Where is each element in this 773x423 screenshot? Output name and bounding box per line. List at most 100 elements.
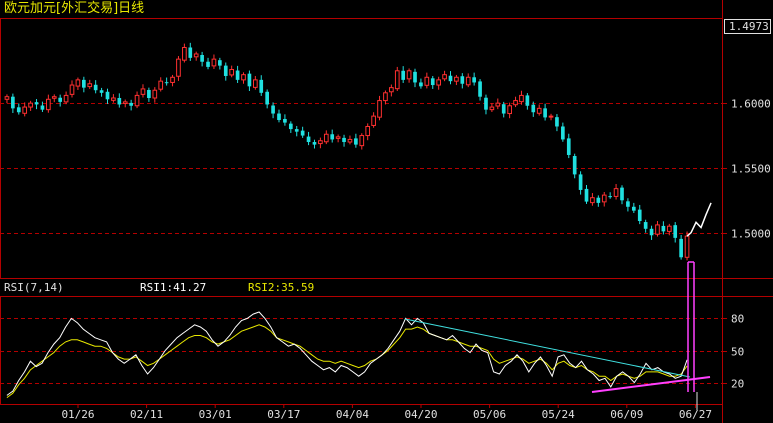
candle-body [460, 76, 465, 84]
candle-body [365, 125, 371, 137]
candle-body [561, 126, 565, 140]
candle-body [495, 102, 501, 107]
candle-body [359, 135, 365, 147]
candle-body [389, 87, 394, 93]
candle-body [519, 94, 524, 103]
price-tick-label: 1.6000 [731, 98, 771, 111]
candle-body [330, 134, 335, 140]
candle-body [75, 79, 81, 87]
candle-body [34, 102, 39, 105]
candle-body [323, 133, 329, 143]
candle-body [436, 79, 441, 86]
candle-body [235, 70, 240, 80]
candle-body [4, 96, 10, 100]
candle-body [673, 225, 678, 238]
x-tick-label: 06/27 [679, 408, 712, 421]
candle-body [206, 61, 210, 67]
candle-body [223, 65, 228, 76]
candle-body [501, 104, 506, 114]
candle-body [87, 83, 93, 88]
candle-body [536, 107, 542, 114]
candle-body [200, 55, 204, 62]
candle-body [152, 89, 158, 99]
candle-body [40, 105, 45, 110]
candle-body [525, 95, 530, 106]
candle-body [531, 104, 536, 113]
candle-body [28, 102, 33, 108]
chart-background [0, 0, 773, 423]
candle-body [158, 80, 164, 90]
candle-body [626, 201, 630, 207]
candle-body [637, 209, 642, 222]
candle-body [620, 187, 624, 201]
price-tick-label: 1.5000 [731, 228, 771, 241]
candle-body [613, 188, 619, 197]
candle-body [335, 136, 341, 139]
candle-body [117, 97, 122, 105]
candle-body [513, 100, 518, 106]
candle-body [472, 77, 476, 83]
candle-body [93, 84, 98, 91]
candle-body [265, 91, 269, 105]
candle-body [643, 222, 648, 229]
candle-body [354, 138, 358, 145]
candle-body [51, 96, 57, 99]
rsi2-value-label: RSI2:35.59 [248, 281, 314, 294]
candle-body [111, 97, 116, 101]
candle-body [584, 188, 589, 202]
candle-body [383, 92, 388, 102]
candle-body [218, 60, 222, 66]
x-tick-label: 06/09 [610, 408, 643, 421]
candle-body [377, 100, 382, 118]
candle-body [342, 137, 346, 143]
candle-body [188, 47, 193, 58]
candle-body [394, 70, 400, 90]
candle-body [572, 156, 577, 175]
candle-body [608, 196, 612, 198]
candle-body [147, 89, 151, 98]
x-tick-label: 05/24 [542, 408, 575, 421]
price-tick-label: 1.5500 [731, 163, 771, 176]
rsi-tick-label: 20 [731, 378, 744, 391]
candle-body [424, 76, 430, 86]
x-tick-label: 02/11 [130, 408, 163, 421]
candle-body [16, 107, 21, 113]
rsi1-value-label: RSI1:41.27 [140, 281, 206, 294]
candle-body [294, 129, 299, 132]
chart-title: 欧元加元[外汇交易]日线 [4, 0, 144, 16]
candle-body [596, 197, 601, 203]
x-tick-label: 01/26 [61, 408, 94, 421]
candle-body [507, 105, 512, 115]
candle-body [140, 88, 146, 95]
candle-body [22, 106, 28, 114]
candle-body [566, 138, 571, 155]
candle-body [419, 82, 423, 87]
candle-body [170, 76, 175, 83]
rsi-name-label: RSI(7,14) [4, 281, 64, 294]
candle-body [99, 90, 104, 93]
candle-body [253, 79, 258, 88]
rsi-tick-label: 50 [731, 346, 744, 359]
forex-chart: 欧元加元[外汇交易]日线 1.4973 1.5000 1.5500 1.6000 2… [0, 0, 773, 423]
candle-body [684, 235, 690, 258]
candle-body [548, 115, 554, 118]
candle-body [590, 197, 595, 204]
candle-body [211, 58, 217, 67]
candle-body [105, 91, 110, 100]
candle-body [164, 82, 169, 84]
price-label-text: 1.4973 [729, 20, 769, 33]
candle-body [306, 136, 311, 143]
candle-body [484, 97, 488, 110]
candle-body [193, 53, 199, 58]
rsi-header: RSI(7,14) RSI1:41.27 RSI2:35.59 [4, 281, 314, 294]
candle-body [300, 130, 305, 136]
x-tick-label: 03/17 [267, 408, 300, 421]
candle-body [11, 96, 15, 109]
x-tick-label: 04/04 [336, 408, 369, 421]
candle-body [58, 97, 63, 102]
x-tick-label: 04/20 [404, 408, 437, 421]
candle-body [666, 225, 672, 232]
candle-body [312, 142, 317, 145]
candle-body [465, 76, 471, 86]
candle-body [229, 69, 235, 76]
